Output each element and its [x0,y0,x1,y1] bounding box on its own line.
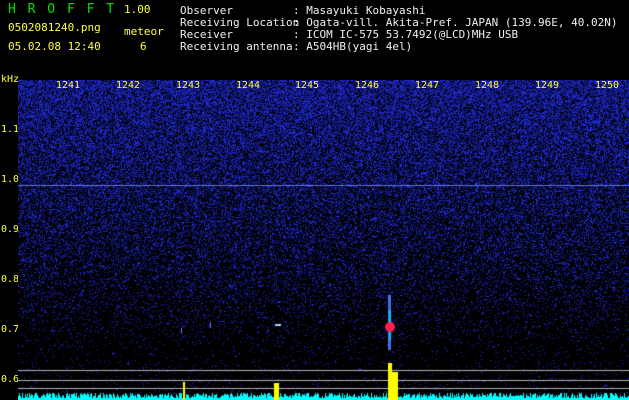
time-tick: 1249 [535,80,560,91]
y-tick: 0.7 [1,324,20,335]
y-tick: 1.0 [1,174,20,185]
time-tick: 1248 [475,80,500,91]
time-tick: 1250 [595,80,620,91]
time-tick: 1245 [295,80,320,91]
app-title: H R O F F T [8,2,117,17]
y-tick: 0.8 [1,274,20,285]
y-tick: 1.1 [1,124,20,135]
time-tick: 1246 [355,80,380,91]
time-tick: 1243 [176,80,201,91]
datetime-label: 05.02.08 12:40 [8,40,101,53]
info-label-antenna: Receiving antenna [180,40,293,53]
y-tick: 0.6 [1,374,20,385]
app-version: 1.00 [124,3,151,16]
time-tick: 1247 [415,80,440,91]
filename-label: 0502081240.png [8,21,101,34]
time-tick: 1241 [56,80,81,91]
time-tick: 1242 [116,80,141,91]
spectrogram [18,80,629,400]
meteor-label: meteor [124,25,164,38]
y-tick: 0.9 [1,224,20,235]
info-value-antenna: : A504HB(yagi 4el) [293,40,413,53]
axis-unit-khz: kHz [1,74,20,85]
time-tick: 1244 [236,80,261,91]
meteor-count: 6 [140,40,147,53]
